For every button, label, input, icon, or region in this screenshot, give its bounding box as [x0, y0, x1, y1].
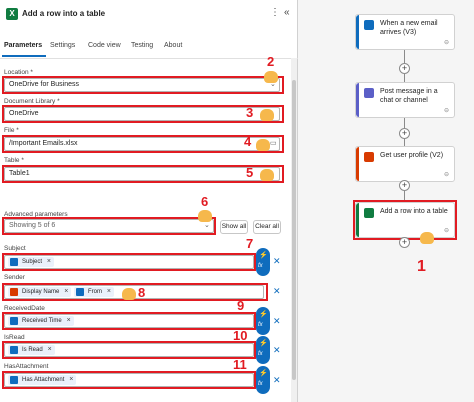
flow-step-new-email[interactable]: When a new email arrives (V3) ⊖	[355, 14, 455, 50]
teams-icon	[364, 88, 374, 98]
remove-subject-icon[interactable]: ✕	[273, 256, 281, 267]
tab-parameters[interactable]: Parameters	[4, 42, 42, 49]
pointer-hand-icon	[420, 232, 434, 244]
add-step-button[interactable]: +	[399, 237, 410, 248]
annotation-box-advanced	[2, 217, 216, 235]
add-step-button[interactable]: +	[399, 63, 410, 74]
dynamic-content-pill[interactable]: ⚡ fx	[256, 307, 270, 335]
dynamic-content-pill[interactable]: ⚡ fx	[256, 248, 270, 276]
step-title: Get user profile (V2)	[380, 152, 444, 159]
remove-has-attachment-icon[interactable]: ✕	[273, 375, 281, 386]
panel-title: Add a row into a table	[22, 9, 106, 18]
annotation-number-9: 9	[237, 298, 245, 313]
annotation-number-10: 10	[233, 328, 248, 343]
annotation-box-is-read	[2, 341, 256, 359]
annotation-box-file	[2, 135, 284, 153]
link-icon: ⊖	[443, 172, 449, 178]
connector-line	[404, 50, 405, 64]
pointer-hand-icon	[122, 288, 136, 300]
location-label: Location *	[4, 69, 33, 76]
annotation-number-2: 2	[267, 54, 275, 69]
remove-sender-icon[interactable]: ✕	[273, 286, 281, 297]
step-accent-bar	[356, 147, 359, 181]
show-all-button[interactable]: Show all	[220, 220, 248, 234]
add-step-button[interactable]: +	[399, 180, 410, 191]
pointer-hand-icon	[260, 109, 274, 121]
excel-icon: X	[6, 8, 18, 20]
has-attachment-label: HasAttachment	[4, 363, 49, 370]
collapse-panel-icon[interactable]: «	[284, 7, 290, 18]
dynamic-content-pill[interactable]: ⚡ fx	[256, 366, 270, 394]
pointer-hand-icon	[198, 210, 212, 222]
lightning-icon: ⚡	[259, 311, 268, 318]
table-label: Table *	[4, 157, 24, 164]
annotation-number-5: 5	[246, 165, 254, 180]
remove-is-read-icon[interactable]: ✕	[273, 345, 281, 356]
scrollbar-thumb[interactable]	[292, 80, 296, 380]
action-config-panel: X Add a row into a table ⋮ « Parameters …	[0, 0, 298, 402]
pointer-hand-icon	[264, 71, 278, 83]
outlook-icon	[364, 20, 374, 30]
annotation-box-subject	[2, 253, 256, 271]
annotation-number-8: 8	[138, 285, 146, 300]
library-label: Document Library *	[4, 98, 60, 105]
active-tab-indicator	[2, 55, 46, 57]
lightning-icon: ⚡	[259, 340, 268, 347]
step-title: When a new email arrives (V3)	[380, 20, 438, 36]
link-icon: ⊖	[443, 108, 449, 114]
annotation-number-3: 3	[246, 105, 254, 120]
subject-label: Subject	[4, 245, 26, 252]
pointer-hand-icon	[260, 169, 274, 181]
annotation-number-6: 6	[201, 194, 209, 209]
annotation-number-11: 11	[233, 357, 247, 372]
fx-icon: fx	[258, 381, 263, 387]
is-read-label: IsRead	[4, 334, 25, 341]
dynamic-content-pill[interactable]: ⚡ fx	[256, 336, 270, 364]
tab-about[interactable]: About	[164, 42, 182, 49]
annotation-box-location	[2, 76, 284, 94]
office-icon	[364, 152, 374, 162]
annotation-number-7: 7	[246, 236, 254, 251]
file-label: File *	[4, 127, 19, 134]
lightning-icon: ⚡	[259, 252, 268, 259]
connector-line	[404, 74, 405, 82]
annotation-number-4: 4	[244, 134, 252, 149]
step-accent-bar	[356, 15, 359, 49]
tabs-divider	[0, 58, 298, 59]
step-title: Post message in a chat or channel	[380, 88, 438, 104]
annotation-box-library	[2, 105, 284, 123]
flow-step-get-user-profile[interactable]: Get user profile (V2) ⊖	[355, 146, 455, 182]
annotation-box-add-row-card	[353, 200, 457, 240]
clear-all-button[interactable]: Clear all	[253, 220, 281, 234]
pointer-hand-icon	[256, 139, 270, 151]
flow-step-post-message[interactable]: Post message in a chat or channel ⊖	[355, 82, 455, 118]
folder-browse-icon[interactable]: ▭	[270, 139, 277, 147]
fx-icon: fx	[258, 263, 263, 269]
tab-testing[interactable]: Testing	[131, 42, 153, 49]
received-date-label: ReceivedDate	[4, 305, 45, 312]
remove-received-date-icon[interactable]: ✕	[273, 316, 281, 327]
annotation-box-table	[2, 165, 284, 183]
tab-code-view[interactable]: Code view	[88, 42, 121, 49]
annotation-box-has-attachment	[2, 371, 256, 389]
fx-icon: fx	[258, 351, 263, 357]
sender-label: Sender	[4, 274, 25, 281]
fx-icon: fx	[258, 322, 263, 328]
annotation-box-received-date	[2, 312, 256, 330]
add-step-button[interactable]: +	[399, 128, 410, 139]
link-icon: ⊖	[443, 40, 449, 46]
lightning-icon: ⚡	[259, 370, 268, 377]
annotation-number-1: 1	[417, 258, 426, 275]
tab-settings[interactable]: Settings	[50, 42, 75, 49]
more-options-icon[interactable]: ⋮	[270, 7, 280, 18]
panel-header: X Add a row into a table ⋮ «	[0, 0, 298, 28]
step-accent-bar	[356, 83, 359, 117]
